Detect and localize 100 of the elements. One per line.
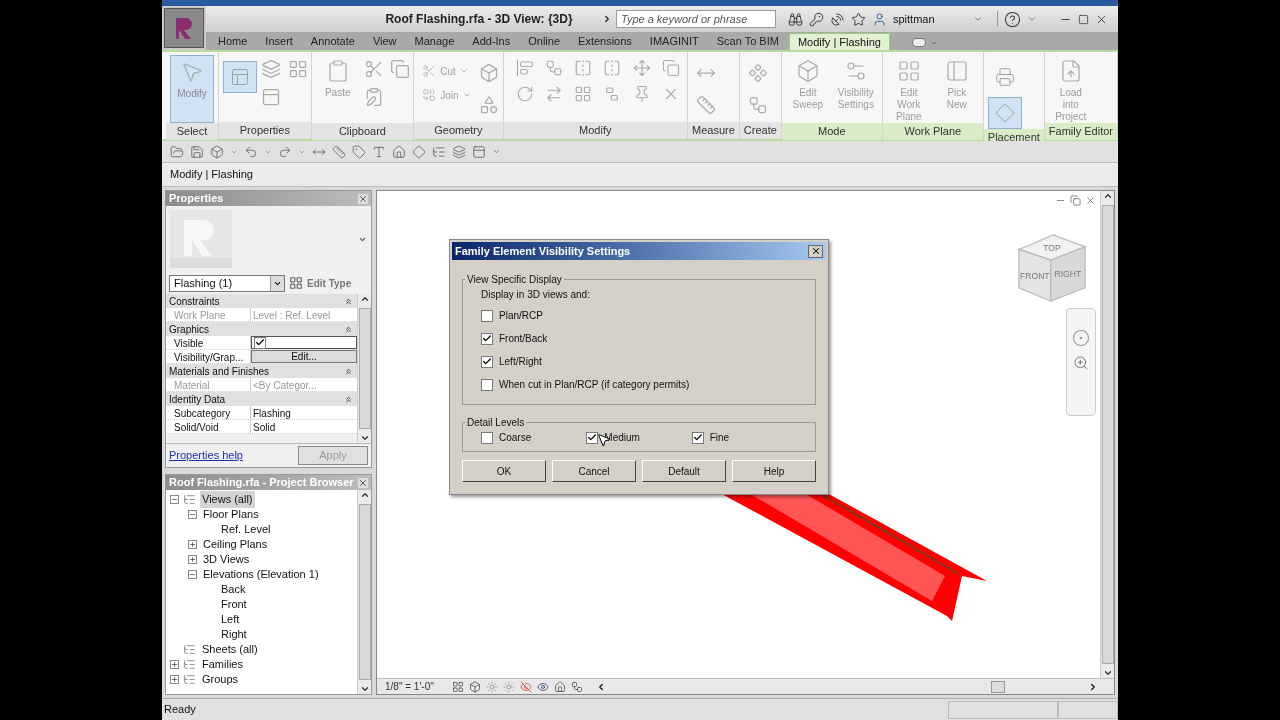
redo-icon[interactable] [278,144,292,159]
ruler-icon[interactable] [696,95,716,115]
ribbon-tab[interactable]: Annotate [302,33,363,50]
house-icon[interactable] [554,680,566,693]
grid-icon[interactable] [287,59,308,79]
scroll-up-icon[interactable] [359,294,370,304]
detail-level-icon[interactable] [452,680,464,693]
tree-item[interactable]: Groups [200,671,241,688]
ribbon-tab[interactable]: Add-Ins [464,33,519,50]
type-selector[interactable]: Flashing (1) [169,274,285,292]
expander[interactable] [188,540,197,549]
dialog-button[interactable]: Help [732,460,816,482]
zoom-icon[interactable] [1073,355,1089,371]
ribbon-tab[interactable]: Manage [406,33,463,50]
mirror-icon[interactable] [603,59,622,77]
property-value[interactable]: Solid [251,420,357,433]
tree-item[interactable]: Sheets (all) [200,641,260,658]
tree-item[interactable]: Elevations (Elevation 1) [201,566,321,583]
drawing-area[interactable] [376,190,1115,695]
ribbon-tab[interactable]: Scan To BIM [708,33,787,50]
tree-item[interactable]: Front [219,596,249,613]
tag-icon[interactable] [352,144,366,159]
help-icon[interactable] [1004,10,1021,28]
align-icon[interactable] [515,59,534,77]
dialog-button[interactable]: OK [462,460,546,482]
move-icon[interactable] [632,59,651,77]
scroll-thumb[interactable] [358,504,371,680]
tree-item[interactable]: Floor Plans [201,506,261,523]
tree-item[interactable]: Left [219,611,242,628]
app-menu-button[interactable] [164,8,204,48]
collapse-icon[interactable] [344,296,353,306]
checkbox[interactable] [586,431,599,444]
checkbox[interactable] [481,309,493,322]
close-icon[interactable] [1085,195,1096,206]
list-icon[interactable] [432,144,446,159]
component-icon[interactable] [747,63,768,83]
reveal-icon[interactable] [537,680,549,693]
expander[interactable] [188,510,197,519]
satellite-dish-icon[interactable] [830,11,845,27]
scroll-down-icon[interactable] [1102,668,1113,678]
close-button[interactable] [808,244,823,258]
dialog-button[interactable]: Cancel [552,460,636,482]
mirror-icon[interactable] [574,59,593,77]
scroll-down-icon[interactable] [359,433,370,443]
user-icon[interactable] [872,11,887,27]
toggle-button[interactable] [223,61,257,93]
tree-item[interactable]: Back [219,581,248,598]
collapse-icon[interactable] [344,324,353,334]
diamond-icon[interactable] [412,144,426,159]
checkbox[interactable] [481,332,493,345]
tree-item[interactable]: 3D Views [201,551,252,568]
user-name[interactable]: spittman [893,10,967,28]
scroll-right-icon[interactable] [1088,681,1098,692]
restore-icon[interactable] [1070,195,1081,206]
scroll-left-icon[interactable] [596,681,606,692]
close-icon[interactable] [358,193,368,204]
sun-icon[interactable] [486,680,498,693]
ribbon-tab[interactable]: View [364,33,405,50]
key-icon[interactable] [809,11,824,27]
checkbox[interactable] [481,355,493,368]
star-icon[interactable] [851,11,866,27]
checkbox[interactable] [481,431,493,444]
ribbon-tab[interactable]: IMAGINIT [641,33,707,50]
scroll-thumb[interactable] [991,680,1005,693]
close-icon[interactable] [358,477,368,488]
tree-item[interactable]: Ceiling Plans [201,536,270,553]
dialog-button[interactable]: Default [642,460,726,482]
ribbon-tab[interactable]: Modify | Flashing [788,33,890,50]
ruler-icon[interactable] [332,144,346,159]
tab-toggle-icon[interactable] [911,38,926,47]
binoculars-icon[interactable] [788,11,803,27]
toggle-button[interactable] [987,97,1022,129]
checkbox[interactable] [691,431,704,444]
panel-icon[interactable] [261,87,281,107]
ribbon-tab[interactable]: Online [520,33,569,50]
collapse-icon[interactable] [344,394,353,404]
tree-item[interactable]: Right [219,626,249,643]
rotate-icon[interactable] [515,85,534,103]
edit-button[interactable]: Edit... [251,350,357,363]
expander[interactable] [188,555,197,564]
view-cube-drawing[interactable]: TOP FRONT RIGHT [1016,231,1088,305]
scroll-down-icon[interactable] [359,684,370,694]
tree-item[interactable]: Families [200,656,245,673]
scroll-up-icon[interactable] [1102,191,1113,201]
ribbon-tab[interactable]: Extensions [570,33,640,50]
tree-item[interactable]: Ref. Level [219,521,273,538]
edit-type-button[interactable]: Edit Type [289,275,352,291]
box-icon[interactable] [210,144,224,159]
house-icon[interactable] [392,144,406,159]
expander[interactable] [170,660,179,669]
search-field[interactable]: Type a keyword or phrase [616,10,776,28]
view-scale[interactable]: 1/8" = 1'-0" [385,679,447,694]
save-icon[interactable] [190,144,204,159]
checkbox[interactable] [481,378,493,391]
steering-wheel-icon[interactable] [1072,329,1090,347]
help-link[interactable]: Properties help [169,447,243,464]
maximize-icon[interactable] [1078,13,1089,25]
visual-style-icon[interactable] [469,680,481,693]
expander[interactable] [188,570,197,579]
folder-icon[interactable] [170,144,184,159]
